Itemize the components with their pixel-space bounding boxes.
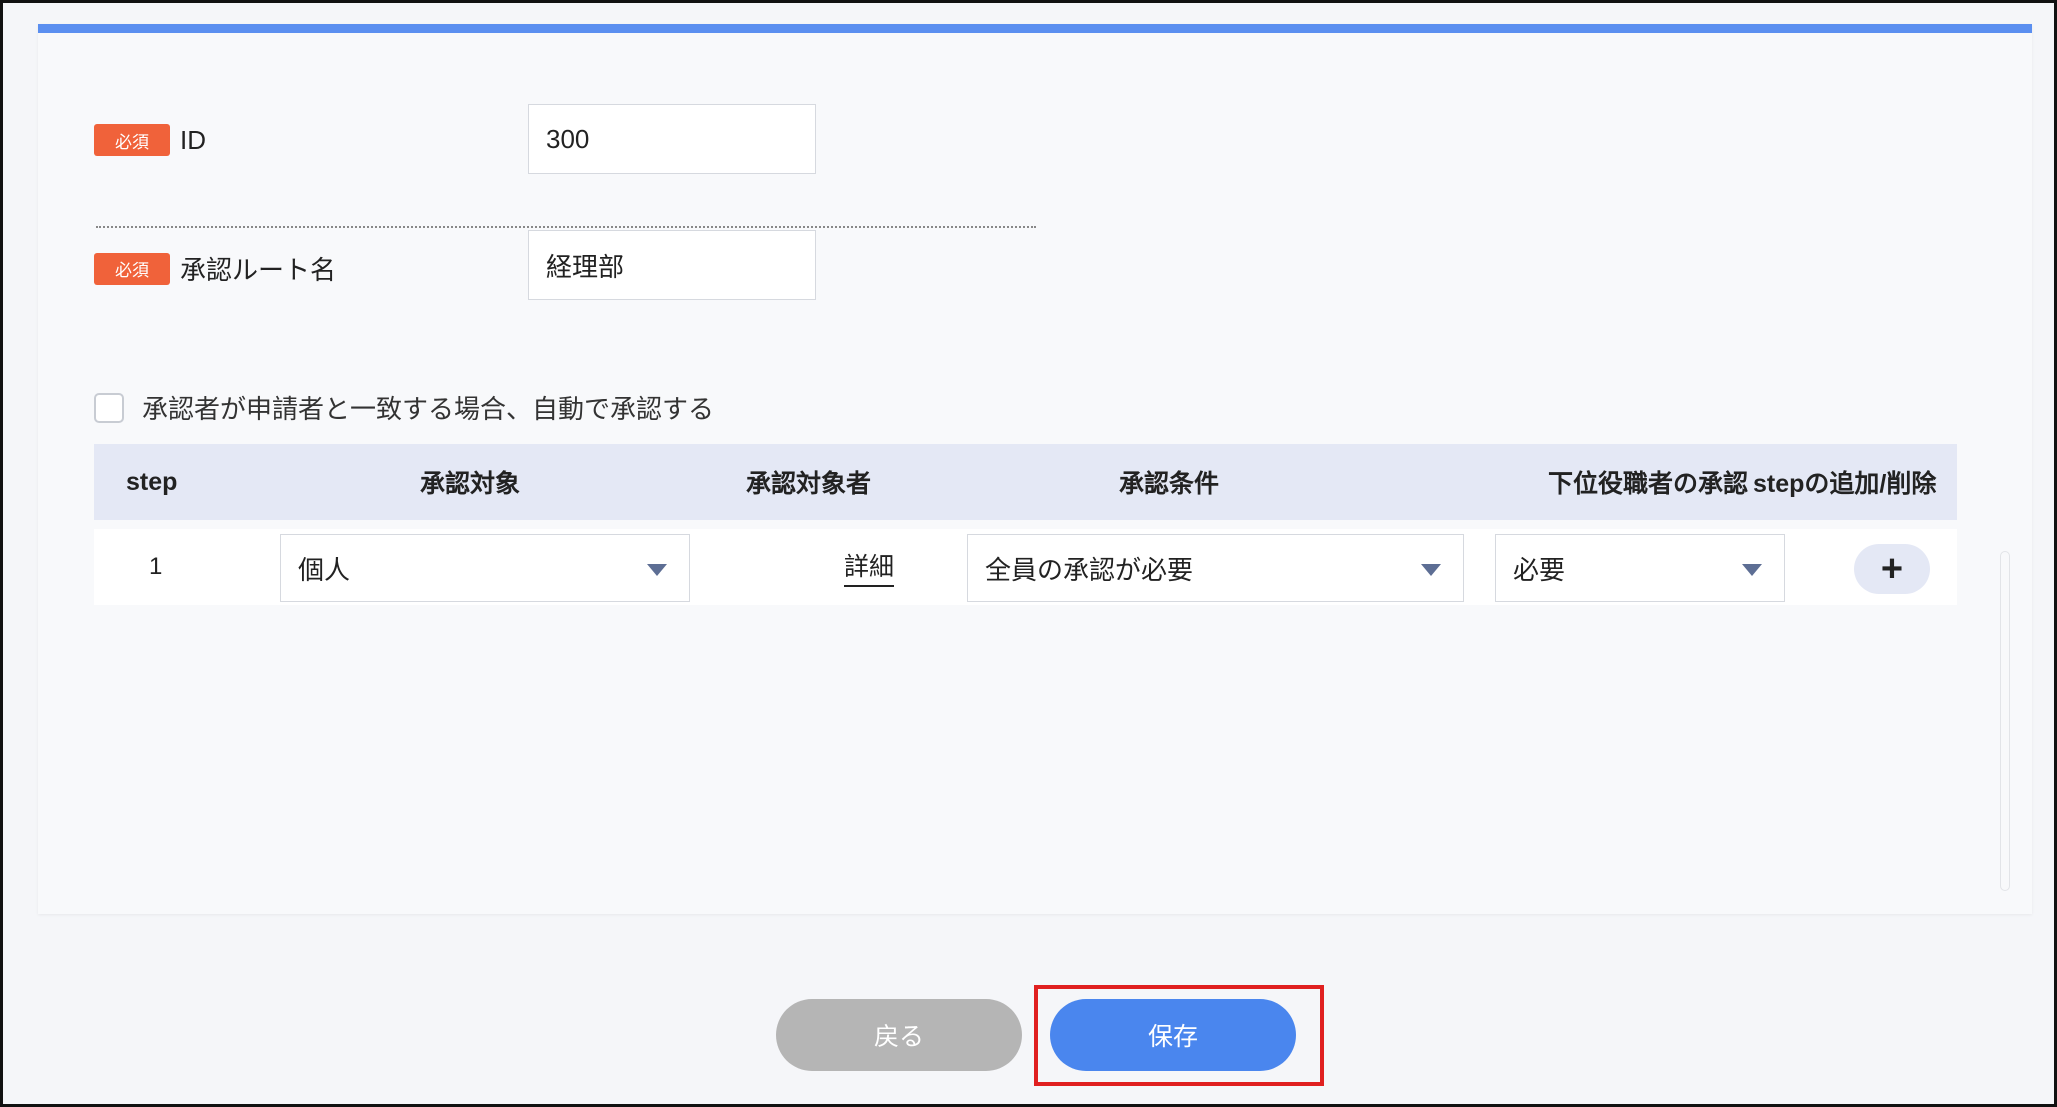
route-name-field-row: 必須 承認ルート名 bbox=[94, 250, 336, 287]
condition-select-value: 全員の承認が必要 bbox=[985, 554, 1194, 585]
header-step: step bbox=[126, 467, 178, 496]
route-name-input[interactable]: 経理部 bbox=[528, 230, 816, 300]
required-badge: 必須 bbox=[94, 252, 170, 285]
table-header: step 承認対象 承認対象者 承認条件 下位役職者の承認 stepの追加/削除 bbox=[94, 444, 1957, 520]
header-add-remove: stepの追加/削除 bbox=[1753, 470, 1937, 498]
step-number: 1 bbox=[149, 553, 163, 580]
save-highlight-box bbox=[1034, 985, 1324, 1086]
table-row: 1 個人 詳細 全員の承認が必要 必要 + bbox=[94, 529, 1957, 605]
plus-icon: + bbox=[1880, 547, 1904, 590]
auto-approve-checkbox[interactable] bbox=[94, 392, 124, 423]
required-badge: 必須 bbox=[94, 124, 170, 156]
auto-approve-label: 承認者が申請者と一致する場合、自動で承認する bbox=[142, 394, 715, 424]
target-select-value: 個人 bbox=[298, 554, 351, 585]
chevron-down-icon bbox=[647, 564, 667, 576]
auto-approve-row: 承認者が申請者と一致する場合、自動で承認する bbox=[94, 389, 714, 426]
back-button[interactable]: 戻る bbox=[776, 999, 1022, 1071]
header-target-person: 承認対象者 bbox=[746, 470, 872, 498]
add-step-button[interactable]: + bbox=[1854, 544, 1930, 594]
route-name-label: 承認ルート名 bbox=[180, 255, 337, 285]
header-target: 承認対象 bbox=[420, 470, 521, 498]
form-card: 必須 ID 300 必須 承認ルート名 経理部 承認者が申請者と一致する場合、自… bbox=[38, 24, 2032, 914]
scrollbar[interactable] bbox=[2000, 551, 2010, 891]
divider bbox=[96, 226, 1036, 228]
id-input[interactable]: 300 bbox=[528, 104, 816, 174]
header-subordinate: 下位役職者の承認 bbox=[1548, 470, 1749, 498]
subordinate-select[interactable]: 必要 bbox=[1495, 534, 1785, 602]
subordinate-select-value: 必要 bbox=[1513, 554, 1566, 585]
chevron-down-icon bbox=[1421, 564, 1441, 576]
chevron-down-icon bbox=[1742, 564, 1762, 576]
detail-link-text: 詳細 bbox=[844, 547, 895, 587]
target-select[interactable]: 個人 bbox=[280, 534, 690, 602]
id-label: ID bbox=[180, 124, 206, 155]
id-field-row: 必須 ID bbox=[94, 124, 206, 156]
condition-select[interactable]: 全員の承認が必要 bbox=[967, 534, 1464, 602]
target-person-detail-link[interactable]: 詳細 bbox=[844, 529, 895, 605]
header-condition: 承認条件 bbox=[1119, 470, 1220, 498]
